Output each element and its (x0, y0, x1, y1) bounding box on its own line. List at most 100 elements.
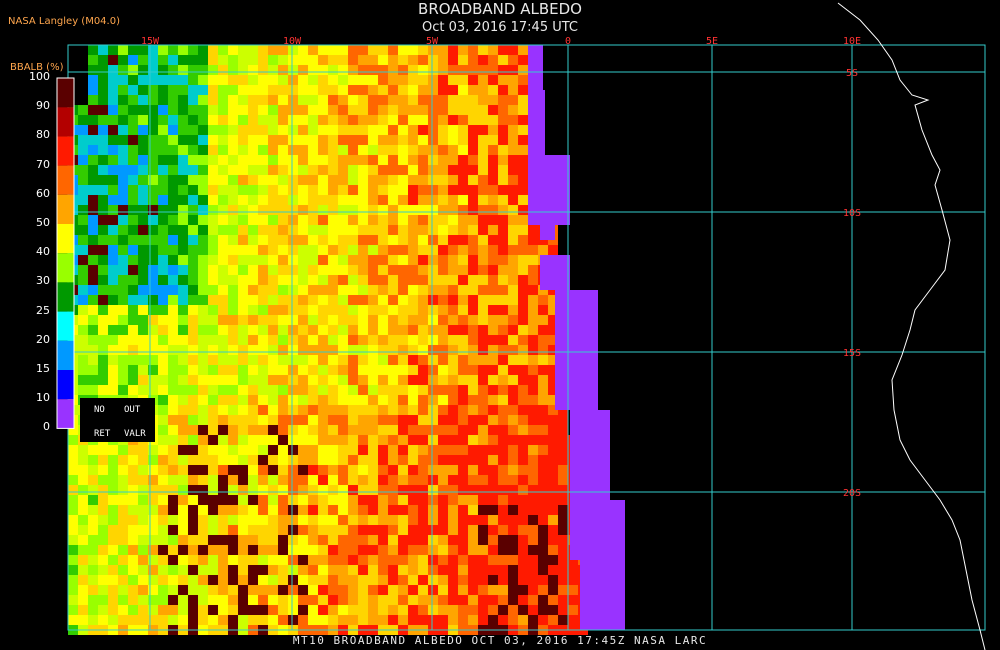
albedo-cell (168, 95, 178, 105)
albedo-cell (398, 105, 408, 115)
colorbar-tick: 80 (36, 128, 50, 142)
albedo-cell (468, 305, 478, 315)
albedo-cell (428, 515, 438, 525)
albedo-cell (528, 295, 538, 305)
albedo-cell (158, 535, 168, 545)
albedo-cell (278, 55, 288, 65)
albedo-cell (378, 405, 388, 415)
albedo-cell (518, 325, 528, 335)
albedo-cell (278, 245, 288, 255)
albedo-cell (518, 505, 528, 515)
albedo-cell (328, 445, 338, 455)
albedo-cell (408, 95, 418, 105)
albedo-cell (258, 45, 268, 55)
albedo-cell (268, 165, 278, 175)
albedo-cell (398, 385, 408, 395)
albedo-cell (268, 185, 278, 195)
albedo-cell (238, 255, 248, 265)
albedo-cell (428, 325, 438, 335)
albedo-cell (408, 305, 418, 315)
albedo-cell (348, 275, 358, 285)
albedo-cell (338, 285, 348, 295)
albedo-cell (308, 395, 318, 405)
albedo-cell (298, 155, 308, 165)
albedo-cell (318, 255, 328, 265)
albedo-cell (198, 275, 208, 285)
albedo-cell (198, 75, 208, 85)
albedo-cell (208, 255, 218, 265)
albedo-cell (338, 395, 348, 405)
albedo-cell (468, 465, 478, 475)
albedo-cell (408, 605, 418, 615)
albedo-cell (238, 285, 248, 295)
albedo-cell (488, 345, 498, 355)
albedo-cell (168, 235, 178, 245)
albedo-cell (188, 305, 198, 315)
no-data-band (540, 255, 570, 290)
albedo-cell (158, 105, 168, 115)
albedo-cell (98, 125, 108, 135)
albedo-cell (298, 545, 308, 555)
albedo-cell (408, 545, 418, 555)
albedo-cell (468, 295, 478, 305)
albedo-cell (88, 375, 98, 385)
albedo-cell (168, 465, 178, 475)
albedo-cell (478, 425, 488, 435)
albedo-cell (168, 445, 178, 455)
albedo-cell (198, 185, 208, 195)
albedo-cell (448, 265, 458, 275)
albedo-cell (408, 165, 418, 175)
albedo-cell (278, 75, 288, 85)
albedo-cell (408, 275, 418, 285)
albedo-cell (458, 525, 468, 535)
albedo-cell (258, 105, 268, 115)
albedo-cell (188, 195, 198, 205)
map-datetime: Oct 03, 2016 17:45 UTC (422, 20, 578, 35)
albedo-cell (98, 475, 108, 485)
albedo-cell (468, 65, 478, 75)
albedo-cell (368, 115, 378, 125)
albedo-cell (528, 565, 538, 575)
albedo-cell (158, 305, 168, 315)
albedo-cell (538, 515, 548, 525)
albedo-cell (118, 445, 128, 455)
albedo-cell (228, 375, 238, 385)
albedo-cell (328, 595, 338, 605)
albedo-cell (438, 135, 448, 145)
albedo-cell (158, 135, 168, 145)
albedo-cell (508, 355, 518, 365)
albedo-cell (528, 595, 538, 605)
albedo-cell (518, 215, 528, 225)
albedo-cell (508, 545, 518, 555)
albedo-cell (258, 145, 268, 155)
colorbar-tick: 20 (36, 332, 50, 346)
albedo-cell (488, 435, 498, 445)
albedo-cell (158, 355, 168, 365)
albedo-cell (428, 135, 438, 145)
albedo-cell (518, 495, 528, 505)
albedo-cell (408, 455, 418, 465)
albedo-cell (418, 345, 428, 355)
albedo-cell (198, 545, 208, 555)
albedo-cell (418, 545, 428, 555)
albedo-cell (188, 255, 198, 265)
albedo-cell (488, 615, 498, 625)
albedo-cell (368, 255, 378, 265)
albedo-cell (378, 525, 388, 535)
albedo-cell (218, 285, 228, 295)
albedo-cell (318, 285, 328, 295)
albedo-cell (238, 435, 248, 445)
albedo-cell (268, 325, 278, 335)
albedo-cell (258, 265, 268, 275)
albedo-cell (318, 585, 328, 595)
albedo-cell (548, 435, 558, 445)
albedo-cell (78, 355, 88, 365)
albedo-cell (158, 495, 168, 505)
albedo-cell (298, 365, 308, 375)
albedo-cell (328, 185, 338, 195)
albedo-cell (508, 505, 518, 515)
albedo-cell (458, 605, 468, 615)
albedo-cell (238, 335, 248, 345)
albedo-cell (308, 305, 318, 315)
albedo-cell (158, 155, 168, 165)
